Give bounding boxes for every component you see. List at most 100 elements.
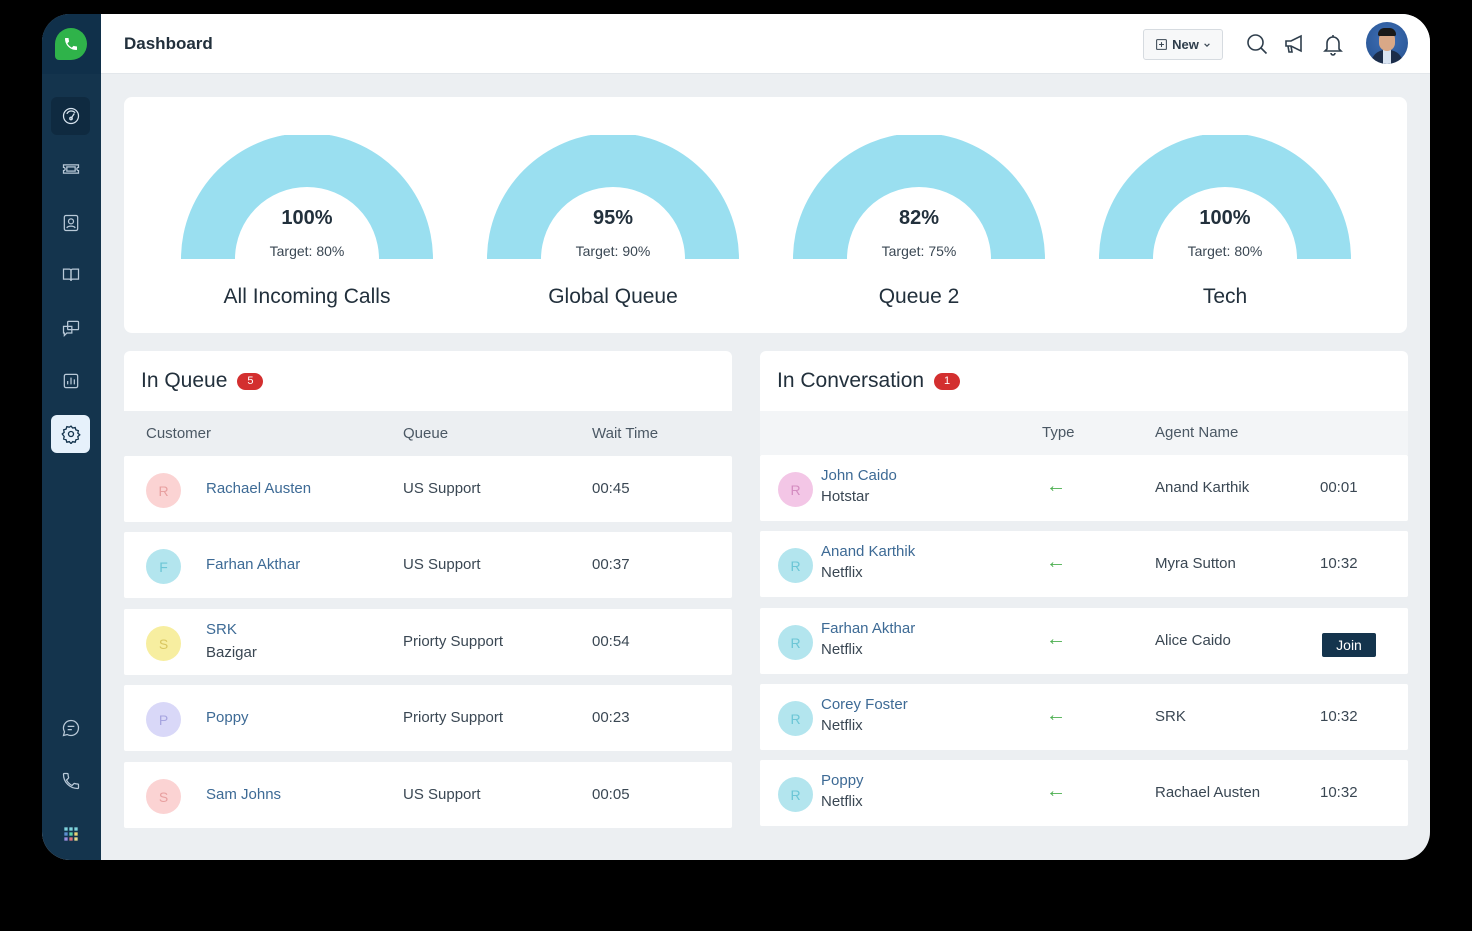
gauge-queue-2: 82% Target: 75% Queue 2: [791, 135, 1047, 325]
gauge-label: Queue 2: [878, 285, 960, 308]
customer-name[interactable]: Farhan Akthar: [821, 620, 915, 637]
agent-name: Alice Caido: [1155, 632, 1231, 649]
conversation-row[interactable]: R John Caido Hotstar ← Anand Karthik 00:…: [760, 455, 1408, 521]
wait-time: 00:45: [592, 480, 630, 497]
customer-name[interactable]: Sam Johns: [206, 786, 281, 803]
call-duration: 10:32: [1320, 708, 1358, 725]
customer-subtitle: Bazigar: [206, 644, 257, 661]
conversation-row[interactable]: R Farhan Akthar Netflix ← Alice Caido Jo…: [760, 608, 1408, 674]
sidebar-item-contacts[interactable]: [51, 204, 90, 242]
top-bar: Dashboard New: [101, 14, 1430, 74]
call-duration: 10:32: [1320, 555, 1358, 572]
gauge-target: Target: 90%: [575, 243, 651, 259]
book-icon: [62, 268, 79, 281]
conversation-row[interactable]: R Corey Foster Netflix ← SRK 10:32: [760, 684, 1408, 750]
gauge-label: Global Queue: [548, 285, 678, 308]
column-header[interactable]: Queue: [403, 425, 448, 442]
queue-name: US Support: [403, 556, 481, 573]
panel-title: In Conversation: [777, 369, 925, 392]
customer-avatar: F: [146, 549, 181, 584]
customer-avatar: R: [778, 548, 813, 583]
conversation-row[interactable]: R Anand Karthik Netflix ← Myra Sutton 10…: [760, 531, 1408, 597]
new-button[interactable]: New: [1143, 29, 1223, 60]
table-header: Customer Queue Wait Time: [124, 411, 732, 456]
queue-row[interactable]: F Farhan Akthar US Support 00:37: [124, 532, 732, 598]
sidebar-item-tickets[interactable]: [51, 150, 90, 188]
sidebar-item-dashboard[interactable]: [51, 97, 90, 135]
chevron-down-icon: [1204, 42, 1210, 47]
join-button[interactable]: Join: [1322, 633, 1376, 657]
customer-avatar: R: [778, 701, 813, 736]
sidebar-item-phone[interactable]: [51, 762, 90, 800]
customer-company: Netflix: [821, 641, 863, 658]
gauge-ring: [793, 135, 1045, 259]
search-icon[interactable]: [1245, 32, 1269, 56]
wait-time: 00:23: [592, 709, 630, 726]
in-conversation-header: In Conversation 1: [760, 351, 1408, 411]
gauge-ring: [181, 135, 433, 259]
customer-name[interactable]: Poppy: [206, 709, 249, 726]
count-badge: 5: [237, 372, 264, 390]
bell-icon[interactable]: [1321, 32, 1345, 56]
customer-name[interactable]: Poppy: [821, 772, 864, 789]
chat-bubble-icon: [62, 719, 79, 737]
agent-name: SRK: [1155, 708, 1186, 725]
queue-name: Priorty Support: [403, 633, 504, 650]
megaphone-icon[interactable]: [1283, 32, 1307, 56]
gauge-value: 100%: [281, 207, 333, 229]
sidebar-item-reports[interactable]: [51, 362, 90, 400]
agent-name: Myra Sutton: [1155, 555, 1236, 572]
customer-name[interactable]: John Caido: [821, 467, 897, 484]
gauge-label: All Incoming Calls: [223, 285, 391, 308]
column-header[interactable]: Customer: [146, 425, 211, 442]
app-window: Dashboard New 100% Target: 80% All Incom…: [42, 14, 1430, 860]
incoming-arrow-icon: ←: [1046, 628, 1066, 650]
in-conversation-panel: In Conversation 1 Type Agent Name R John…: [760, 351, 1408, 831]
wait-time: 00:37: [592, 556, 630, 573]
gauge-value: 100%: [1199, 207, 1251, 229]
customer-company: Netflix: [821, 793, 863, 810]
queue-row[interactable]: P Poppy Priorty Support 00:23: [124, 685, 732, 751]
wait-time: 00:54: [592, 633, 630, 650]
customer-name[interactable]: SRK: [206, 621, 237, 638]
customer-name[interactable]: Anand Karthik: [821, 543, 915, 560]
new-button-label: New: [1172, 37, 1199, 52]
incoming-arrow-icon: ←: [1046, 551, 1066, 573]
customer-company: Netflix: [821, 717, 863, 734]
sidebar-item-conversations[interactable]: [51, 309, 90, 347]
customer-avatar: S: [146, 626, 181, 661]
customer-company: Netflix: [821, 564, 863, 581]
customer-name[interactable]: Corey Foster: [821, 696, 908, 713]
bar-chart-icon: [63, 373, 78, 389]
column-header[interactable]: Agent Name: [1155, 424, 1238, 441]
customer-avatar: R: [778, 777, 813, 812]
queue-row[interactable]: S Sam Johns US Support 00:05: [124, 762, 732, 828]
customer-name[interactable]: Rachael Austen: [206, 480, 311, 497]
incoming-arrow-icon: ←: [1046, 704, 1066, 726]
gauge-tech: 100% Target: 80% Tech: [1097, 135, 1353, 325]
app-grid-icon: [63, 827, 78, 841]
gauges-card: 100% Target: 80% All Incoming Calls 95% …: [124, 97, 1407, 333]
customer-name[interactable]: Farhan Akthar: [206, 556, 300, 573]
customer-company: Hotstar: [821, 488, 870, 505]
queue-row[interactable]: R Rachael Austen US Support 00:45: [124, 456, 732, 522]
call-duration: 00:01: [1320, 479, 1358, 496]
sidebar-item-chat[interactable]: [51, 709, 90, 747]
app-logo[interactable]: [55, 28, 87, 60]
gauge-ring: [1099, 135, 1351, 259]
sidebar-item-settings[interactable]: [51, 415, 90, 453]
agent-name: Rachael Austen: [1155, 784, 1261, 801]
column-header[interactable]: Type: [1042, 424, 1075, 441]
logo-area: [42, 14, 101, 74]
sidebar-item-apps[interactable]: [51, 815, 90, 853]
conversation-row[interactable]: R Poppy Netflix ← Rachael Austen 10:32: [760, 760, 1408, 826]
user-avatar[interactable]: [1366, 22, 1408, 64]
gauge-target: Target: 80%: [269, 243, 345, 259]
column-header[interactable]: Wait Time: [592, 425, 658, 442]
contact-card-icon: [63, 214, 78, 232]
queue-row[interactable]: S SRK Bazigar Priorty Support 00:54: [124, 609, 732, 675]
sidebar-item-knowledge-base[interactable]: [51, 256, 90, 294]
table-header: Type Agent Name: [760, 411, 1408, 455]
plus-square-icon: [1156, 39, 1168, 50]
ticket-icon: [62, 164, 79, 174]
